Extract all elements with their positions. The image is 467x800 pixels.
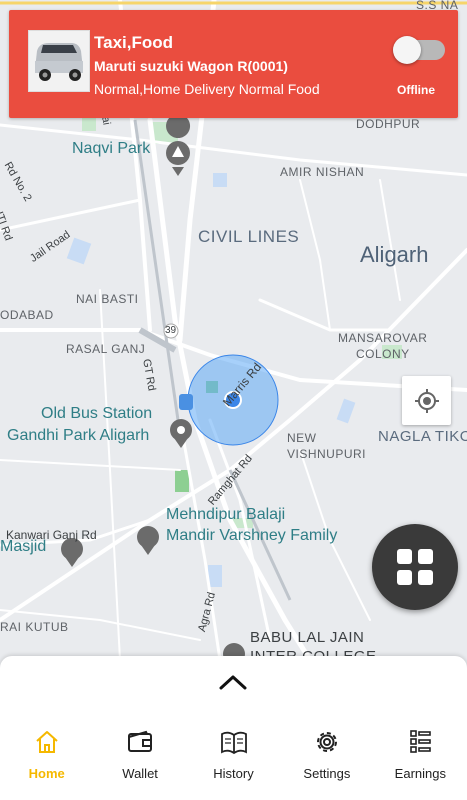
nav-label: Wallet xyxy=(122,766,158,781)
map-label: NAGLA TIKO xyxy=(378,428,467,445)
home-icon xyxy=(33,728,61,756)
map-label: Mandir Varshney Family xyxy=(166,527,338,544)
map-label: NAI BASTI xyxy=(76,292,139,306)
map-label: ODABAD xyxy=(0,308,54,322)
nav-item-history[interactable]: History xyxy=(187,728,280,788)
grid-icon xyxy=(397,549,433,585)
map-label: CIVIL LINES xyxy=(198,227,300,246)
park-pin-icon xyxy=(166,114,191,176)
wallet-icon xyxy=(126,728,154,756)
map-label: NEW xyxy=(287,431,317,445)
crosshair-icon xyxy=(414,388,439,413)
map-label: Naqvi Park xyxy=(72,140,151,157)
menu-grid-button[interactable] xyxy=(372,524,458,610)
vehicle-name: Maruti suzuki Wagon R(0001) xyxy=(94,58,288,74)
nav-label: History xyxy=(213,766,254,781)
vehicle-image xyxy=(28,30,90,92)
service-type-title: Taxi,Food xyxy=(94,33,174,52)
map-label: DODHPUR xyxy=(356,117,421,131)
nav-item-settings[interactable]: Settings xyxy=(280,728,373,788)
nav-label: Earnings xyxy=(394,766,446,781)
map-label: 39 xyxy=(165,325,177,336)
online-status-label: Offline xyxy=(397,83,435,97)
nav-label: Home xyxy=(28,766,65,781)
toggle-thumb xyxy=(393,36,421,64)
driver-status-banner: Taxi,Food Maruti suzuki Wagon R(0001) No… xyxy=(9,10,458,118)
map-label: COLONY xyxy=(356,347,410,361)
my-location-button[interactable] xyxy=(402,376,451,425)
nav-label: Settings xyxy=(303,766,351,781)
map-label: Masjid xyxy=(0,538,47,555)
service-categories: Normal,Home Delivery Normal Food xyxy=(94,81,320,97)
nav-item-home[interactable]: Home xyxy=(0,728,93,788)
map-label: Old Bus Station xyxy=(41,405,153,422)
map-label: Mehndipur Balaji xyxy=(166,506,286,523)
chevron-up-icon[interactable] xyxy=(218,672,248,692)
map-label: Gandhi Park Aligarh xyxy=(7,427,150,444)
bottom-navigation: Home Wallet History Settings Earnings xyxy=(0,728,467,788)
book-icon xyxy=(220,728,248,756)
gear-icon xyxy=(313,728,341,756)
map-label: AMIR NISHAN xyxy=(280,165,365,179)
bottom-sheet: Home Wallet History Settings Earnings xyxy=(0,656,467,800)
nav-item-earnings[interactable]: Earnings xyxy=(374,728,467,788)
online-toggle[interactable] xyxy=(393,36,445,64)
map-label: MANSAROVAR xyxy=(338,331,428,345)
earnings-list-icon xyxy=(406,728,434,756)
map-label: Aligarh xyxy=(360,242,429,267)
map-label: BABU LAL JAIN xyxy=(250,629,365,646)
map-label: RAI KUTUB xyxy=(0,620,69,634)
map-label: RASAL GANJ xyxy=(66,342,146,356)
map-label: VISHNUPURI xyxy=(287,447,367,461)
nav-item-wallet[interactable]: Wallet xyxy=(93,728,186,788)
